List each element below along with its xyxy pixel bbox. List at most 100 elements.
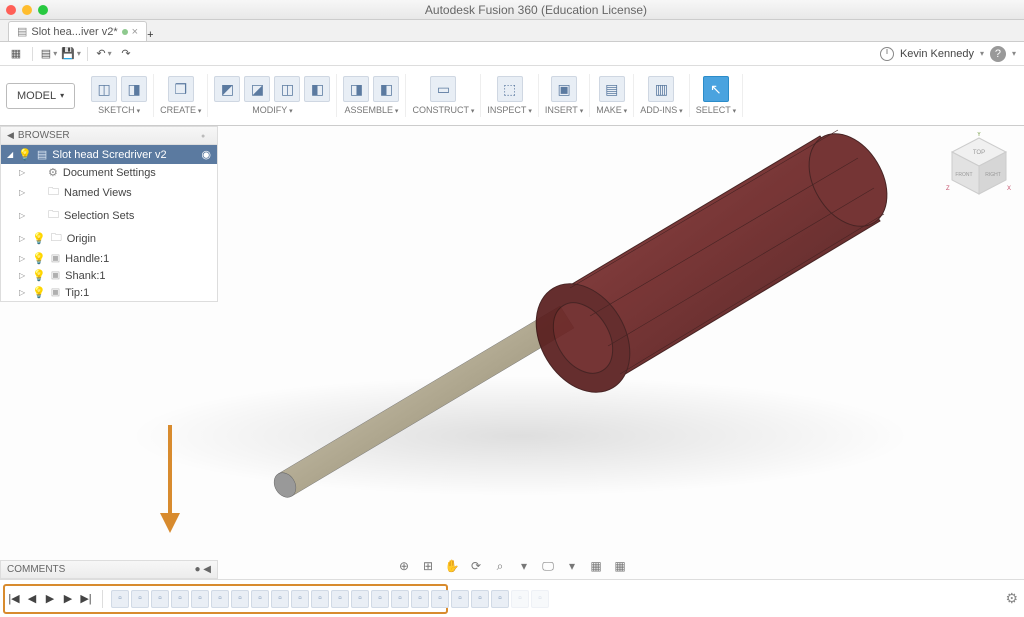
timeline-feature[interactable]: ▫ <box>351 590 369 608</box>
data-panel-icon[interactable]: ▦ <box>8 46 24 62</box>
timeline-feature[interactable]: ▫ <box>111 590 129 608</box>
ribbon-group-inspect[interactable]: ⬚INSPECT <box>481 74 538 117</box>
timeline-feature[interactable]: ▫ <box>411 590 429 608</box>
sketch-icon[interactable]: ◫ <box>91 76 117 102</box>
annotation-arrow-icon <box>158 425 182 535</box>
document-tab[interactable]: ▤ Slot hea...iver v2* × <box>8 21 147 41</box>
visibility-bulb-icon[interactable]: 💡 <box>32 252 46 265</box>
ribbon-toolbar: MODEL▾ ◫◨SKETCH❒CREATE◩◪◫◧MODIFY◨◧ASSEMB… <box>0 66 1024 126</box>
viewport[interactable]: ◀BROWSER ◢💡▤ Slot head Scredriver v2 ◉ ▷… <box>0 126 1024 579</box>
timeline-feature[interactable]: ▫ <box>451 590 469 608</box>
view-cube[interactable]: TOP FRONT RIGHT Y Z X <box>944 132 1014 202</box>
browser-item[interactable]: ▷⚙Document Settings <box>1 164 217 181</box>
ribbon-group-create[interactable]: ❒CREATE <box>154 74 208 117</box>
playback-button-2[interactable]: ▶ <box>42 591 58 607</box>
timeline-settings-icon[interactable]: ⚙ <box>1005 590 1018 607</box>
tab-label: Slot hea...iver v2* <box>31 26 117 38</box>
workspace-switcher[interactable]: MODEL▾ <box>6 83 75 109</box>
sketch-icon[interactable]: ◨ <box>121 76 147 102</box>
nav-icon-0[interactable]: ⊕ <box>395 557 413 575</box>
nav-icon-6[interactable]: 🖵 <box>539 557 557 575</box>
timeline-feature[interactable]: ▫ <box>231 590 249 608</box>
assemble-icon[interactable]: ◨ <box>343 76 369 102</box>
timeline-feature[interactable]: ▫ <box>491 590 509 608</box>
timeline-feature[interactable]: ▫ <box>191 590 209 608</box>
browser-root-node[interactable]: ◢💡▤ Slot head Scredriver v2 ◉ <box>1 145 217 164</box>
timeline-feature[interactable]: ▫ <box>271 590 289 608</box>
timeline-feature[interactable]: ▫ <box>171 590 189 608</box>
playback-button-0[interactable]: |◀ <box>6 591 22 607</box>
close-window-button[interactable] <box>6 5 16 15</box>
ribbon-group-sketch[interactable]: ◫◨SKETCH <box>85 74 154 117</box>
timeline-feature[interactable]: ▫ <box>371 590 389 608</box>
file-menu-icon[interactable]: ▤ <box>41 46 57 62</box>
ribbon-group-add-ins[interactable]: ▥ADD-INS <box>634 74 689 117</box>
insert-icon[interactable]: ▣ <box>551 76 577 102</box>
timeline-feature[interactable]: ▫ <box>211 590 229 608</box>
select-icon[interactable]: ↖ <box>703 76 729 102</box>
comments-header[interactable]: COMMENTS● ◀ <box>0 560 218 579</box>
maximize-window-button[interactable] <box>38 5 48 15</box>
timeline-feature[interactable]: ▫ <box>471 590 489 608</box>
timeline-feature[interactable]: ▫ <box>331 590 349 608</box>
nav-icon-8[interactable]: ▦ <box>587 557 605 575</box>
timeline-feature[interactable]: ▫ <box>291 590 309 608</box>
timeline-feature[interactable]: ▫ <box>511 590 529 608</box>
browser-item[interactable]: ▷🗀Named Views <box>1 181 217 204</box>
modify-icon[interactable]: ◧ <box>304 76 330 102</box>
close-tab-button[interactable]: × <box>132 26 138 38</box>
nav-icon-1[interactable]: ⊞ <box>419 557 437 575</box>
visibility-bulb-icon[interactable]: 💡 <box>32 232 46 245</box>
browser-item[interactable]: ▷💡▣Shank:1 <box>1 267 217 284</box>
playback-button-4[interactable]: ▶| <box>78 591 94 607</box>
nav-icon-2[interactable]: ✋ <box>443 557 461 575</box>
timeline-feature[interactable]: ▫ <box>431 590 449 608</box>
timeline-feature[interactable]: ▫ <box>531 590 549 608</box>
visibility-bulb-icon[interactable]: 💡 <box>32 269 46 282</box>
timeline-feature[interactable]: ▫ <box>251 590 269 608</box>
help-icon[interactable]: ? <box>990 46 1006 62</box>
new-tab-button[interactable]: + <box>147 29 153 41</box>
nav-icon-5[interactable]: ▾ <box>515 557 533 575</box>
timeline-feature[interactable]: ▫ <box>311 590 329 608</box>
make-icon[interactable]: ▤ <box>599 76 625 102</box>
create-icon[interactable]: ❒ <box>168 76 194 102</box>
minimize-window-button[interactable] <box>22 5 32 15</box>
playback-button-3[interactable]: ▶ <box>60 591 76 607</box>
user-menu[interactable]: Kevin Kennedy <box>900 48 974 60</box>
visibility-bulb-icon[interactable]: 💡 <box>32 286 46 299</box>
undo-icon[interactable]: ↶ <box>96 46 112 62</box>
browser-item[interactable]: ▷🗀Selection Sets <box>1 204 217 227</box>
construct-icon[interactable]: ▭ <box>430 76 456 102</box>
ribbon-group-make[interactable]: ▤MAKE <box>590 74 634 117</box>
add-ins-icon[interactable]: ▥ <box>648 76 674 102</box>
playback-button-1[interactable]: ◀ <box>24 591 40 607</box>
ribbon-group-select[interactable]: ↖SELECT <box>690 74 743 117</box>
nav-icon-7[interactable]: ▾ <box>563 557 581 575</box>
timeline-feature[interactable]: ▫ <box>131 590 149 608</box>
ribbon-group-construct[interactable]: ▭CONSTRUCT <box>406 74 481 117</box>
assemble-icon[interactable]: ◧ <box>373 76 399 102</box>
save-icon[interactable]: 💾 <box>63 46 79 62</box>
modify-icon[interactable]: ◪ <box>244 76 270 102</box>
viewcube-front-label: FRONT <box>955 172 972 178</box>
ribbon-label: MODIFY <box>252 105 292 115</box>
browser-header[interactable]: ◀BROWSER <box>1 127 217 145</box>
timeline-feature[interactable]: ▫ <box>151 590 169 608</box>
nav-icon-4[interactable]: ⌕ <box>491 557 509 575</box>
ribbon-group-insert[interactable]: ▣INSERT <box>539 74 590 117</box>
job-status-icon[interactable] <box>880 47 894 61</box>
folder-icon: 🗀 <box>51 229 62 248</box>
nav-icon-9[interactable]: ▦ <box>611 557 629 575</box>
browser-item[interactable]: ▷💡🗀Origin <box>1 227 217 250</box>
browser-item[interactable]: ▷💡▣Handle:1 <box>1 250 217 267</box>
nav-icon-3[interactable]: ⟳ <box>467 557 485 575</box>
ribbon-group-assemble[interactable]: ◨◧ASSEMBLE <box>337 74 406 117</box>
modify-icon[interactable]: ◫ <box>274 76 300 102</box>
browser-item[interactable]: ▷💡▣Tip:1 <box>1 284 217 301</box>
timeline-feature[interactable]: ▫ <box>391 590 409 608</box>
inspect-icon[interactable]: ⬚ <box>497 76 523 102</box>
ribbon-group-modify[interactable]: ◩◪◫◧ MODIFY <box>208 74 337 117</box>
redo-icon[interactable]: ↷ <box>118 46 134 62</box>
modify-icon[interactable]: ◩ <box>214 76 240 102</box>
